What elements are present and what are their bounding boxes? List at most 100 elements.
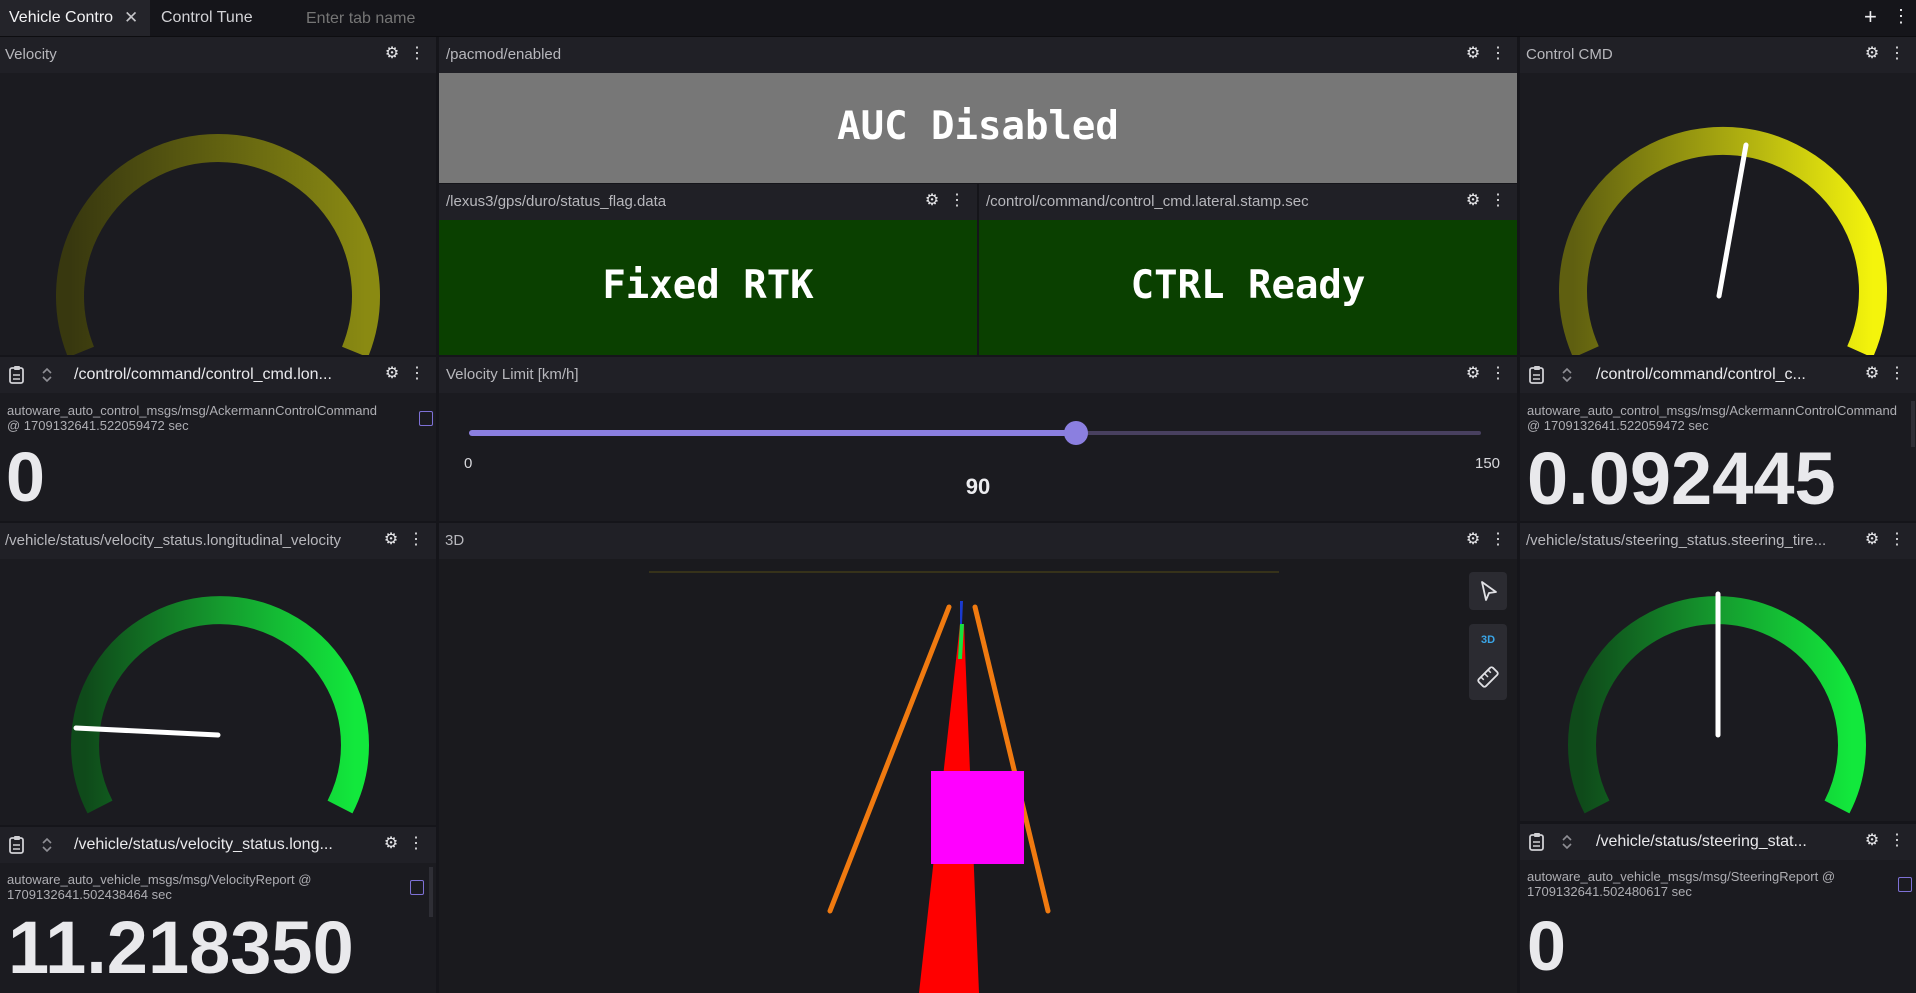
status-indicator: Fixed RTK <box>439 220 977 355</box>
more-options-icon[interactable]: ⋮ <box>1489 45 1507 63</box>
gauge-arc <box>71 596 369 814</box>
more-options-icon[interactable]: ⋮ <box>1888 531 1906 549</box>
panel-header: /pacmod/enabled ⚙ ⋮ <box>439 37 1517 73</box>
expand-collapse-icon[interactable] <box>1558 365 1576 385</box>
settings-icon[interactable]: ⚙ <box>382 531 400 549</box>
raw-value: 11.218350 <box>8 906 354 989</box>
panel-header: /control/command/control_c... ⚙ ⋮ <box>1520 357 1916 393</box>
expand-collapse-icon[interactable] <box>38 365 56 385</box>
gauge-needle <box>1716 142 1749 299</box>
panel-header: Velocity ⚙ ⋮ <box>0 37 436 73</box>
panel-title: /pacmod/enabled <box>446 46 562 63</box>
tab-control-tune[interactable]: Control Tune <box>160 0 290 36</box>
ruler-icon[interactable] <box>1469 660 1507 694</box>
more-options-icon[interactable]: ⋮ <box>408 45 426 63</box>
settings-icon[interactable]: ⚙ <box>1863 832 1881 850</box>
panel-header: /control/command/control_cmd.lateral.sta… <box>979 184 1517 220</box>
trajectory-path-blue <box>960 601 963 624</box>
settings-icon[interactable]: ⚙ <box>1464 365 1482 383</box>
close-tab-icon[interactable]: ✕ <box>124 0 138 35</box>
longitudinal-velocity-gauge-panel: /vehicle/status/velocity_status.longitud… <box>0 523 436 825</box>
velocity-limit-panel: Velocity Limit [km/h] ⚙ ⋮ 0 150 90 <box>439 357 1517 521</box>
message-type: autoware_auto_control_msgs/msg/Ackermann… <box>7 403 377 418</box>
more-options-icon[interactable]: ⋮ <box>408 365 426 383</box>
panel-title: /lexus3/gps/duro/status_flag.data <box>446 193 667 210</box>
clipboard-icon[interactable] <box>8 365 26 385</box>
control-cmd-long-panel: /control/command/control_cmd.lon... ⚙ ⋮ … <box>0 357 436 521</box>
panel-title: /control/command/control_cmd.lon... <box>74 366 332 383</box>
settings-icon[interactable]: ⚙ <box>383 45 401 63</box>
more-options-icon[interactable]: ⋮ <box>407 531 425 549</box>
lane-boundary-left <box>827 604 952 914</box>
scrollbar[interactable] <box>1911 401 1915 447</box>
panel-header: /vehicle/status/steering_status.steering… <box>1520 523 1916 559</box>
copy-icon[interactable] <box>1898 877 1912 892</box>
settings-icon[interactable]: ⚙ <box>1464 192 1482 210</box>
settings-icon[interactable]: ⚙ <box>1863 531 1881 549</box>
longitudinal-velocity-gauge <box>71 596 369 814</box>
settings-icon[interactable]: ⚙ <box>1464 531 1482 549</box>
settings-icon[interactable]: ⚙ <box>383 365 401 383</box>
more-options-icon[interactable]: ⋮ <box>1489 192 1507 210</box>
3d-mode-toggle[interactable]: 3D <box>1469 634 1507 646</box>
tab-menu-icon[interactable]: ⋮ <box>1892 6 1910 27</box>
panel-title: /vehicle/status/steering_stat... <box>1596 833 1807 850</box>
expand-collapse-icon[interactable] <box>38 835 56 855</box>
more-options-icon[interactable]: ⋮ <box>1489 531 1507 549</box>
gps-status-panel: /lexus3/gps/duro/status_flag.data ⚙ ⋮ Fi… <box>439 184 977 355</box>
velocity-report-panel: /vehicle/status/velocity_status.long... … <box>0 827 436 993</box>
status-text: Fixed RTK <box>602 263 814 308</box>
panel-title: Control CMD <box>1526 46 1613 63</box>
select-tool-button[interactable] <box>1469 572 1507 610</box>
slider-value: 90 <box>965 474 991 499</box>
slider-max-label: 150 <box>1475 455 1501 472</box>
lane-boundary-right <box>972 604 1051 914</box>
settings-icon[interactable]: ⚙ <box>923 192 941 210</box>
clipboard-icon[interactable] <box>1528 832 1546 852</box>
more-options-icon[interactable]: ⋮ <box>1888 365 1906 383</box>
more-options-icon[interactable]: ⋮ <box>1489 365 1507 383</box>
message-stamp: @ 1709132641.522059472 sec <box>1527 418 1709 433</box>
message-type: autoware_auto_vehicle_msgs/msg/SteeringR… <box>1527 869 1836 884</box>
raw-value: 0 <box>1527 907 1566 985</box>
copy-icon[interactable] <box>419 411 433 426</box>
settings-icon[interactable]: ⚙ <box>1863 45 1881 63</box>
add-tab-icon[interactable]: + <box>1864 4 1877 30</box>
panel-header: Control CMD ⚙ ⋮ <box>1520 37 1916 73</box>
steering-gauge <box>1568 591 1866 814</box>
velocity-gauge <box>56 134 380 355</box>
more-options-icon[interactable]: ⋮ <box>407 835 425 853</box>
3d-scene[interactable] <box>439 559 1517 993</box>
status-indicator: CTRL Ready <box>979 220 1517 355</box>
message-stamp: 1709132641.502480617 sec <box>1527 884 1692 899</box>
more-options-icon[interactable]: ⋮ <box>948 192 966 210</box>
gauge-arc <box>56 134 380 355</box>
new-tab-name-input[interactable] <box>304 7 538 31</box>
clipboard-icon[interactable] <box>1528 365 1546 385</box>
slider-track[interactable] <box>469 421 1481 445</box>
settings-icon[interactable]: ⚙ <box>382 835 400 853</box>
settings-icon[interactable]: ⚙ <box>1464 45 1482 63</box>
cursor-icon <box>1481 581 1497 601</box>
clipboard-icon[interactable] <box>8 835 26 855</box>
panel-header: 3D ⚙ ⋮ <box>439 523 1517 559</box>
copy-icon[interactable] <box>410 880 424 895</box>
message-type: autoware_auto_vehicle_msgs/msg/VelocityR… <box>7 872 312 887</box>
tab-vehicle-control[interactable]: Vehicle Contro ✕ <box>0 0 150 36</box>
view-toolbar: 3D <box>1469 624 1507 700</box>
raw-value: 0 <box>6 438 45 516</box>
gauge-arc <box>1559 127 1887 355</box>
scrollbar[interactable] <box>429 867 433 917</box>
more-options-icon[interactable]: ⋮ <box>1888 45 1906 63</box>
tab-label: Vehicle Contro <box>9 9 114 26</box>
panel-header: Velocity Limit [km/h] ⚙ ⋮ <box>439 357 1517 393</box>
panel-title: /vehicle/status/velocity_status.long... <box>74 836 333 853</box>
expand-collapse-icon[interactable] <box>1558 832 1576 852</box>
more-options-icon[interactable]: ⋮ <box>1888 832 1906 850</box>
panel-header: /vehicle/status/velocity_status.longitud… <box>0 523 436 559</box>
slider-thumb[interactable] <box>1064 421 1089 445</box>
panel-title: Velocity <box>5 46 57 63</box>
3d-view-panel: 3D ⚙ ⋮ 3D <box>439 523 1517 993</box>
settings-icon[interactable]: ⚙ <box>1863 365 1881 383</box>
message-type: autoware_auto_control_msgs/msg/Ackermann… <box>1527 403 1897 418</box>
